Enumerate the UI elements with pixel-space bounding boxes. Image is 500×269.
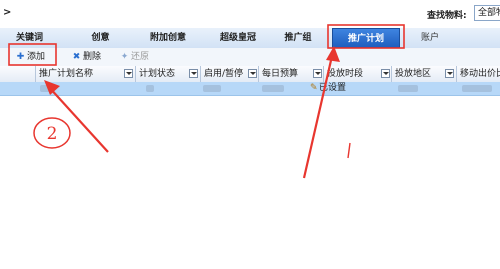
collapse-icon[interactable]: > [3, 7, 11, 18]
header-campaign-name-label: 推广计划名称 [39, 69, 94, 79]
tab-bar: 关键词 创意 附加创意 超级皇冠 推广组 推广计划 账户 [0, 28, 500, 49]
header-enable-pause-label: 启用/暂停 [204, 69, 244, 79]
grid-header: 推广计划名称 计划状态 启用/暂停 每日预算 投放时段 投放地区 移动出价比 [0, 66, 500, 83]
restore-icon: ✦ [120, 52, 129, 62]
header-mobile-bid-label: 移动出价比 [460, 69, 500, 79]
blurred-toggle [203, 85, 221, 92]
delete-icon: ✖ [72, 52, 81, 62]
search-label: 查找物料: [427, 11, 467, 21]
blurred-region [398, 85, 418, 92]
tab-super-crown[interactable]: 超级皇冠 [208, 28, 268, 48]
blurred-budget [262, 85, 284, 92]
header-region-label: 投放地区 [395, 69, 432, 79]
header-status-label: 计划状态 [139, 69, 176, 79]
chevron-down-icon[interactable] [445, 69, 454, 78]
pencil-icon[interactable]: ✎ [310, 83, 318, 93]
stray-mark [347, 142, 351, 159]
add-button[interactable]: ✚ 添加 [16, 48, 45, 66]
restore-button-label: 还原 [131, 52, 150, 62]
tab-campaign[interactable]: 推广计划 [332, 28, 400, 48]
plus-icon: ✚ [16, 52, 25, 62]
circle-annotation [33, 117, 71, 149]
header-campaign-name[interactable]: 推广计划名称 [36, 66, 136, 82]
add-button-label: 添加 [27, 52, 46, 62]
search-field[interactable]: 全部物 [474, 5, 500, 21]
header-spacer [0, 66, 36, 82]
delete-button-label: 删除 [83, 52, 102, 62]
tab-extra-creative[interactable]: 附加创意 [138, 28, 198, 48]
chevron-down-icon[interactable] [248, 69, 257, 78]
chevron-down-icon[interactable] [313, 69, 322, 78]
chevron-down-icon[interactable] [124, 69, 133, 78]
blurred-campaign-name [40, 85, 54, 92]
schedule-cell: 已设置 [319, 83, 347, 93]
blurred-mobile-bid [462, 85, 492, 92]
top-strip [0, 0, 500, 28]
blurred-status [146, 85, 154, 92]
chevron-down-icon[interactable] [381, 69, 390, 78]
tab-creative[interactable]: 创意 [78, 28, 123, 48]
header-mobile-bid[interactable]: 移动出价比 [457, 66, 500, 82]
restore-button[interactable]: ✦ 还原 [120, 48, 149, 66]
tab-ad-group[interactable]: 推广组 [272, 28, 324, 48]
header-daily-budget-label: 每日预算 [262, 69, 299, 79]
chevron-down-icon[interactable] [189, 69, 198, 78]
table-row[interactable]: ✎ 已设置 [0, 82, 500, 96]
circle-number: 2 [47, 124, 58, 144]
header-schedule-label: 投放时段 [327, 69, 364, 79]
tab-account[interactable]: 账户 [410, 28, 450, 48]
toolbar: ✚ 添加 ✖ 删除 ✦ 还原 [0, 48, 500, 67]
tab-keywords[interactable]: 关键词 [2, 28, 57, 48]
delete-button[interactable]: ✖ 删除 [72, 48, 101, 66]
